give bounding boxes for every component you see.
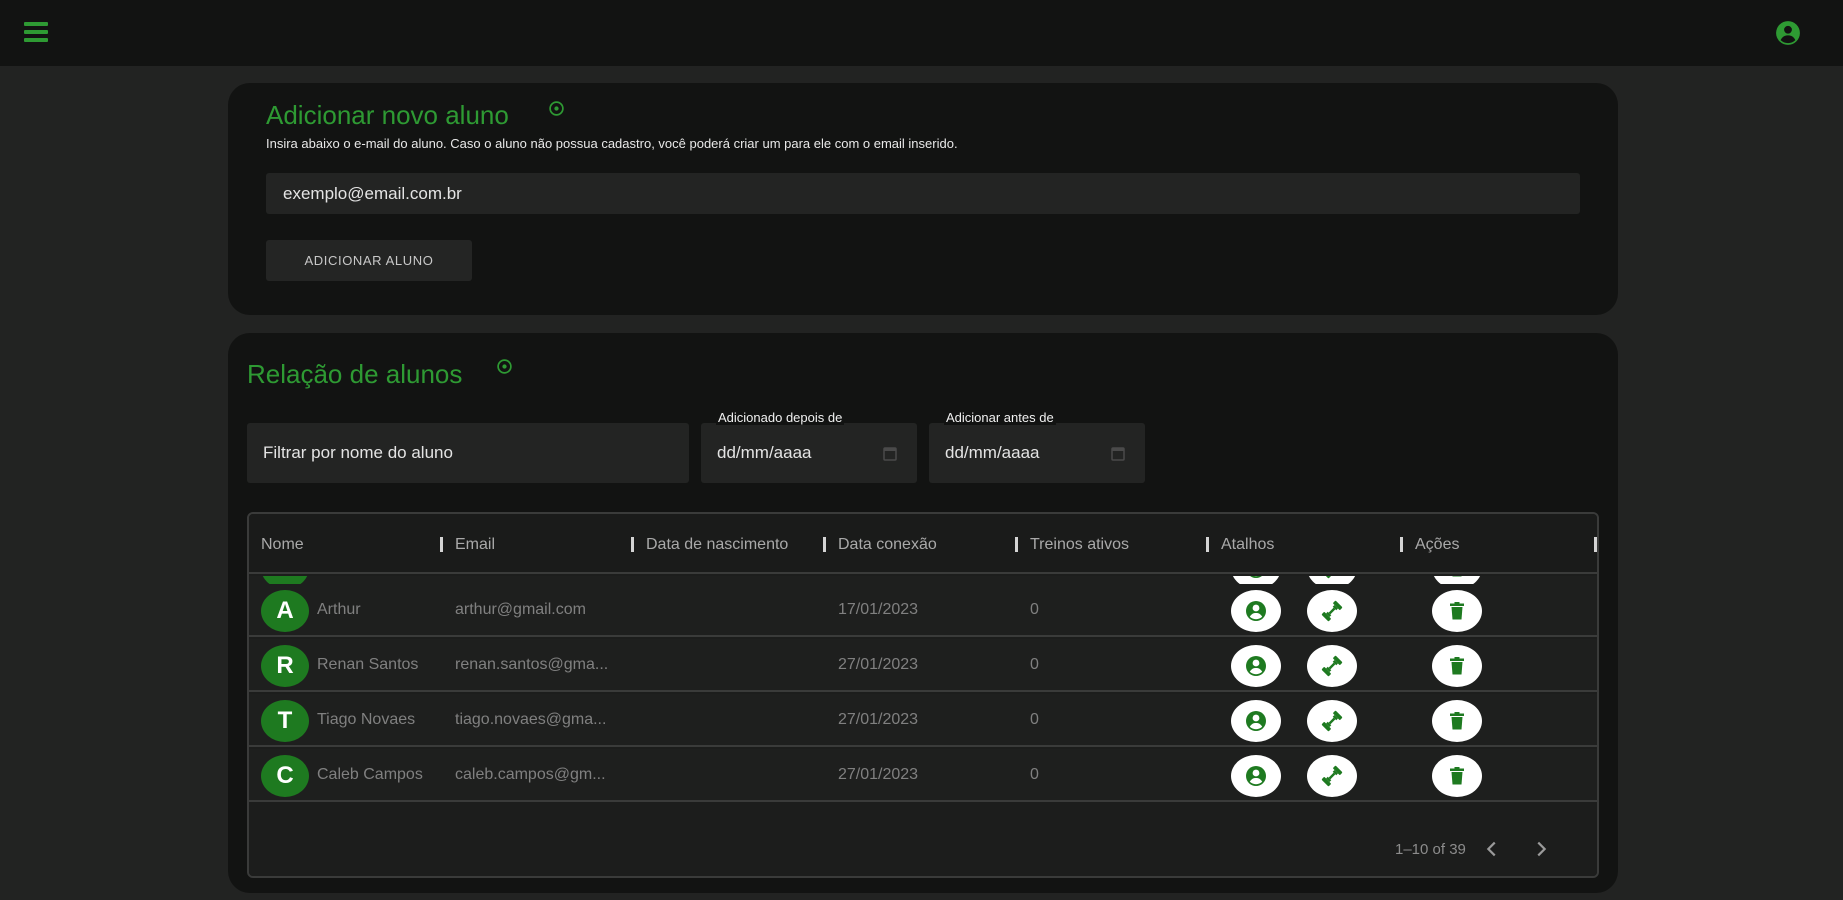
student-email: renan.santos@gma... [455,656,609,673]
avatar: C [261,755,309,797]
delete-student-button[interactable] [1432,590,1482,632]
help-circle-icon[interactable] [496,358,513,375]
student-connection-date: 17/01/2023 [838,601,919,618]
column-header-actions[interactable]: Ações [1415,536,1459,554]
calendar-icon[interactable] [883,445,897,461]
trash-icon [1450,712,1464,730]
account-circle-icon [1246,601,1266,621]
student-connection-date: 27/01/2023 [838,656,919,673]
trash-icon [1452,576,1462,577]
delete-student-button[interactable] [1432,645,1482,687]
student-connection-date: 27/01/2023 [838,766,919,783]
workouts-shortcut-button[interactable] [1307,590,1357,632]
column-header-active-workouts[interactable]: Treinos ativos [1030,536,1129,554]
profile-shortcut-button[interactable] [1231,590,1281,632]
student-active-workouts: 0 [1030,711,1039,728]
pagination-range: 1–10 of 39 [1395,841,1466,858]
table-body: A Arthur arthur@gmail.com 17/01/2023 0 R… [249,576,1597,816]
column-separator[interactable] [1594,537,1597,552]
student-list-title: Relação de alunos [247,359,463,389]
student-name: Arthur [317,601,361,618]
student-email: arthur@gmail.com [455,601,586,618]
workouts-shortcut-button[interactable] [1307,645,1357,687]
account-circle-icon [1250,576,1262,578]
student-email: caleb.campos@gm... [455,766,606,783]
column-separator[interactable] [1206,537,1209,552]
student-active-workouts: 0 [1030,601,1039,618]
student-list-card: Relação de alunos Adicionado depois de A… [228,333,1618,893]
name-filter-field [247,423,689,483]
student-active-workouts: 0 [1030,766,1039,783]
help-circle-icon[interactable] [548,100,565,117]
trash-icon [1450,602,1464,620]
dumbbell-icon [1321,710,1343,732]
chevron-left-icon[interactable] [1481,838,1503,860]
trash-icon [1450,767,1464,785]
app-bar [0,0,1843,66]
profile-shortcut-button[interactable] [1231,645,1281,687]
student-name: Tiago Novaes [317,711,416,728]
student-name: Caleb Campos [317,766,423,783]
student-email-input[interactable] [266,173,1580,214]
table-pagination: 1–10 of 39 [249,818,1597,876]
table-row[interactable]: C Caleb Campos caleb.campos@gm... 27/01/… [249,749,1597,802]
add-student-description: Insira abaixo o e-mail do aluno. Caso o … [266,136,958,151]
student-connection-date: 27/01/2023 [838,711,919,728]
table-header: Nome Email Data de nascimento Data conex… [249,514,1597,574]
student-name: Renan Santos [317,656,419,673]
profile-shortcut-button[interactable] [1231,755,1281,797]
table-row[interactable]: R Renan Santos renan.santos@gma... 27/01… [249,639,1597,692]
column-separator[interactable] [1400,537,1403,552]
dumbbell-icon [1321,655,1343,677]
avatar: T [261,700,309,742]
profile-shortcut-button[interactable] [1231,700,1281,742]
column-header-shortcuts[interactable]: Atalhos [1221,536,1274,554]
column-separator[interactable] [440,537,443,552]
avatar: A [261,590,309,632]
name-filter-input[interactable] [247,423,689,483]
account-circle-icon[interactable] [1775,20,1801,46]
add-student-button[interactable]: ADICIONAR ALUNO [266,240,472,281]
student-active-workouts: 0 [1030,656,1039,673]
account-circle-icon [1246,656,1266,676]
account-circle-icon [1246,766,1266,786]
avatar: R [261,645,309,687]
column-header-email[interactable]: Email [455,536,495,554]
workouts-shortcut-button[interactable] [1307,755,1357,797]
column-header-name[interactable]: Nome [261,536,304,554]
dumbbell-icon [1321,576,1331,579]
workouts-shortcut-button[interactable] [1307,700,1357,742]
add-student-title: Adicionar novo aluno [266,100,509,130]
table-row[interactable]: T Tiago Novaes tiago.novaes@gma... 27/01… [249,694,1597,747]
account-circle-icon [1246,711,1266,731]
added-after-filter-field: Adicionado depois de [701,410,917,483]
added-before-filter-field: Adicionar antes de [929,410,1145,483]
calendar-icon[interactable] [1111,445,1125,461]
column-separator[interactable] [823,537,826,552]
dumbbell-icon [1321,765,1343,787]
students-table: Nome Email Data de nascimento Data conex… [247,512,1599,878]
column-header-connection-date[interactable]: Data conexão [838,536,937,554]
trash-icon [1450,657,1464,675]
column-header-birth-date[interactable]: Data de nascimento [646,536,788,554]
table-row[interactable]: A Arthur arthur@gmail.com 17/01/2023 0 [249,584,1597,637]
delete-student-button[interactable] [1432,700,1482,742]
column-separator[interactable] [631,537,634,552]
student-email: tiago.novaes@gma... [455,711,607,728]
add-student-card: Adicionar novo aluno Insira abaixo o e-m… [228,83,1618,315]
column-separator[interactable] [1015,537,1018,552]
delete-student-button[interactable] [1432,755,1482,797]
menu-icon[interactable] [24,22,56,44]
dumbbell-icon [1321,600,1343,622]
chevron-right-icon[interactable] [1530,838,1552,860]
